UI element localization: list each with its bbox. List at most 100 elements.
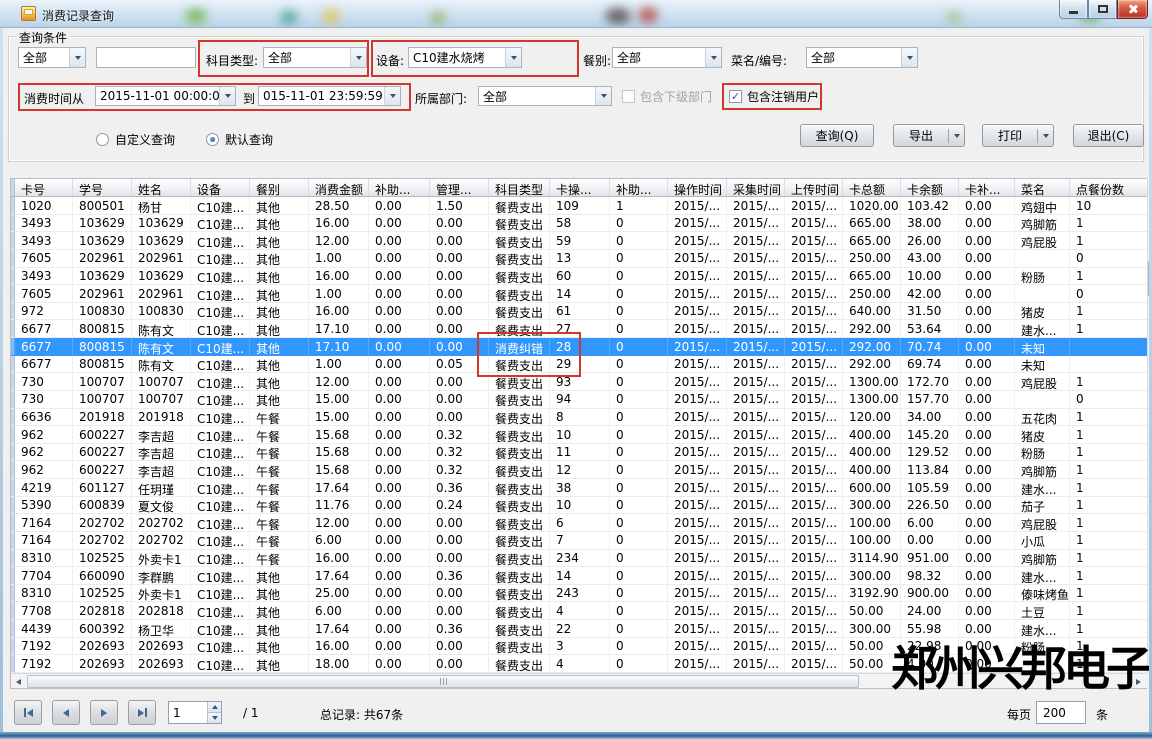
- department-combobox[interactable]: 全部: [478, 86, 612, 106]
- custom-query-radio[interactable]: 自定义查询: [96, 131, 175, 148]
- table-row[interactable]: 7164202702202702C10建...午餐12.000.000.00餐费…: [11, 514, 1147, 532]
- chevron-down-icon[interactable]: [1038, 134, 1053, 138]
- maximize-button[interactable]: [1088, 0, 1117, 19]
- table-row[interactable]: 972100830100830C10建...其他16.000.000.00餐费支…: [11, 303, 1147, 321]
- column-header[interactable]: 消费金额: [309, 179, 369, 196]
- column-header[interactable]: 卡号: [15, 179, 73, 196]
- column-header[interactable]: 菜名: [1015, 179, 1070, 196]
- table-row[interactable]: 3493103629103629C10建...其他16.000.000.00餐费…: [11, 268, 1147, 286]
- close-button[interactable]: [1117, 0, 1148, 19]
- table-row[interactable]: 7605202961202961C10建...其他1.000.000.00餐费支…: [11, 250, 1147, 268]
- chevron-down-icon[interactable]: [69, 48, 85, 67]
- next-page-button[interactable]: [90, 700, 118, 725]
- table-cell: 1: [1070, 268, 1148, 286]
- chevron-down-icon[interactable]: [705, 48, 721, 67]
- column-header[interactable]: 卡补...: [959, 179, 1015, 196]
- column-header[interactable]: 点餐份数: [1070, 179, 1148, 196]
- column-header[interactable]: 补助...: [610, 179, 668, 196]
- device-combobox[interactable]: C10建水烧烤: [408, 47, 522, 68]
- table-row[interactable]: 962600227李吉超C10建...午餐15.680.000.32餐费支出10…: [11, 426, 1147, 444]
- table-row[interactable]: 7164202702202702C10建...午餐6.000.000.00餐费支…: [11, 532, 1147, 550]
- per-page-label: 每页: [1007, 706, 1031, 723]
- table-cell: 70.74: [901, 338, 959, 356]
- time-to-picker[interactable]: 015-11-01 23:59:59: [258, 86, 401, 106]
- column-header[interactable]: 补助...: [369, 179, 430, 196]
- search-type-combobox[interactable]: 全部: [18, 47, 86, 68]
- column-header[interactable]: 上传时间: [785, 179, 843, 196]
- chevron-down-icon[interactable]: [219, 87, 235, 105]
- table-cell: 28: [550, 338, 610, 356]
- table-row[interactable]: 6677800815陈有文C10建...其他1.000.000.05餐费支出29…: [11, 356, 1147, 374]
- table-row[interactable]: 8310102525外卖卡1C10建...午餐16.000.000.00餐费支出…: [11, 550, 1147, 568]
- chevron-down-icon[interactable]: [505, 48, 521, 67]
- chevron-down-icon[interactable]: [384, 87, 400, 105]
- department-value: 全部: [479, 88, 595, 105]
- table-row[interactable]: 1020800501杨甘C10建...其他28.500.001.50餐费支出10…: [11, 197, 1147, 215]
- table-row[interactable]: 4219601127任玥瑾C10建...午餐17.640.000.36餐费支出3…: [11, 479, 1147, 497]
- chevron-down-icon[interactable]: [949, 134, 964, 138]
- table-row[interactable]: 7708202818202818C10建...其他6.000.000.00餐费支…: [11, 602, 1147, 620]
- per-page-input[interactable]: 200: [1036, 701, 1086, 724]
- table-cell: 餐费支出: [489, 532, 550, 550]
- table-row[interactable]: 6677800815陈有文C10建...其他17.100.000.00餐费支出2…: [11, 320, 1147, 338]
- spin-down-icon[interactable]: [208, 712, 221, 723]
- include-cancelled-users-checkbox[interactable]: ✓ 包含注销用户: [729, 88, 819, 105]
- default-query-radio[interactable]: 默认查询: [206, 131, 273, 148]
- chevron-down-icon[interactable]: [595, 87, 611, 105]
- query-button[interactable]: 查询(Q): [800, 124, 874, 147]
- column-header[interactable]: 姓名: [132, 179, 191, 196]
- table-row[interactable]: 3493103629103629C10建...其他12.000.000.00餐费…: [11, 232, 1147, 250]
- table-row[interactable]: 7605202961202961C10建...其他1.000.000.00餐费支…: [11, 285, 1147, 303]
- table-row[interactable]: 6677800815陈有文C10建...其他17.100.000.00消费纠错2…: [11, 338, 1147, 356]
- table-cell: 0.00: [430, 550, 489, 568]
- radio-circle[interactable]: [206, 133, 219, 146]
- column-header[interactable]: 餐别: [250, 179, 309, 196]
- last-page-button[interactable]: [128, 700, 156, 725]
- minimize-button[interactable]: [1059, 0, 1088, 19]
- column-header[interactable]: 设备: [191, 179, 250, 196]
- exit-button[interactable]: 退出(C): [1073, 124, 1144, 147]
- horizontal-scroll-thumb[interactable]: [27, 675, 859, 688]
- table-row[interactable]: 730100707100707C10建...其他15.000.000.00餐费支…: [11, 391, 1147, 409]
- titlebar[interactable]: 消费记录查询: [0, 0, 1152, 28]
- spin-up-icon[interactable]: [208, 702, 221, 712]
- table-row[interactable]: 7704660090李群鹏C10建...其他17.640.000.36餐费支出1…: [11, 567, 1147, 585]
- chevron-down-icon[interactable]: [350, 48, 366, 67]
- dish-combobox[interactable]: 全部: [806, 47, 918, 68]
- export-button[interactable]: 导出: [893, 124, 965, 147]
- search-text-input[interactable]: [96, 47, 196, 68]
- meal-combobox[interactable]: 全部: [612, 47, 722, 68]
- column-header[interactable]: 卡总额: [843, 179, 901, 196]
- column-header[interactable]: 学号: [73, 179, 132, 196]
- print-button[interactable]: 打印: [982, 124, 1054, 147]
- table-cell: 2015/...: [727, 320, 785, 338]
- dish-value: 全部: [807, 49, 901, 66]
- column-header[interactable]: 卡操...: [550, 179, 610, 196]
- column-header[interactable]: 卡余额: [901, 179, 959, 196]
- time-from-picker[interactable]: 2015-11-01 00:00:0: [95, 86, 236, 106]
- table-row[interactable]: 6636201918201918C10建...午餐15.000.000.00餐费…: [11, 409, 1147, 427]
- radio-circle[interactable]: [96, 133, 109, 146]
- subject-type-combobox[interactable]: 全部: [263, 47, 367, 68]
- column-header[interactable]: 操作时间: [668, 179, 727, 196]
- first-page-button[interactable]: [14, 700, 42, 725]
- table-cell: 0: [610, 285, 668, 303]
- previous-page-button[interactable]: [52, 700, 80, 725]
- table-row[interactable]: 8310102525外卖卡1C10建...其他25.000.000.00餐费支出…: [11, 585, 1147, 603]
- table-row[interactable]: 730100707100707C10建...其他12.000.000.00餐费支…: [11, 373, 1147, 391]
- page-number-spinner[interactable]: 1: [168, 701, 222, 724]
- column-header[interactable]: 采集时间: [727, 179, 785, 196]
- spinner-buttons[interactable]: [207, 702, 221, 723]
- table-row[interactable]: 962600227李吉超C10建...午餐15.680.000.32餐费支出11…: [11, 444, 1147, 462]
- column-header[interactable]: 管理...: [430, 179, 489, 196]
- scroll-left-icon[interactable]: [11, 675, 26, 688]
- table-cell: 2015/...: [785, 409, 843, 427]
- table-cell: C10建...: [191, 532, 250, 550]
- table-cell: 17.64: [309, 567, 369, 585]
- chevron-down-icon[interactable]: [901, 48, 917, 67]
- table-row[interactable]: 5390600839夏文俊C10建...午餐11.760.000.24餐费支出1…: [11, 497, 1147, 515]
- table-row[interactable]: 3493103629103629C10建...其他16.000.000.00餐费…: [11, 215, 1147, 233]
- table-row[interactable]: 962600227李吉超C10建...午餐15.680.000.32餐费支出12…: [11, 461, 1147, 479]
- column-header[interactable]: 科目类型: [489, 179, 550, 196]
- checkbox-check-icon[interactable]: ✓: [729, 90, 742, 103]
